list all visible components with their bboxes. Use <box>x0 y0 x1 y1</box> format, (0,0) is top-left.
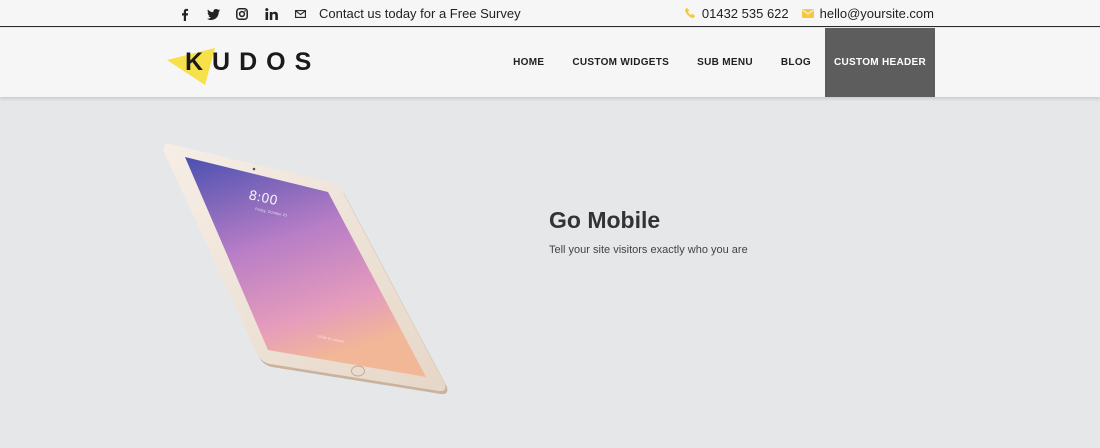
nav-blog[interactable]: BLOG <box>767 28 825 97</box>
site-header: KUDOS HOME CUSTOM WIDGETS SUB MENU BLOG … <box>0 28 1100 97</box>
contact-info: 01432 535 622 hello@yoursite.com <box>672 6 934 21</box>
logo[interactable]: KUDOS <box>167 38 311 86</box>
hero-title: Go Mobile <box>549 207 661 233</box>
logo-text: KUDOS <box>185 48 321 76</box>
nav-sub-menu[interactable]: SUB MENU <box>683 28 767 97</box>
email-address: hello@yoursite.com <box>819 6 934 21</box>
phone-icon <box>684 8 695 19</box>
top-bar: Contact us today for a Free Survey 01432… <box>0 0 1100 27</box>
main-nav: HOME CUSTOM WIDGETS SUB MENU BLOG CUSTOM… <box>499 28 935 97</box>
facebook-icon[interactable] <box>176 6 192 22</box>
nav-custom-header[interactable]: CUSTOM HEADER <box>825 28 935 97</box>
linkedin-icon[interactable] <box>263 6 279 22</box>
email-contact[interactable]: hello@yoursite.com <box>801 6 934 21</box>
nav-home[interactable]: HOME <box>499 28 558 97</box>
twitter-icon[interactable] <box>205 6 221 22</box>
hero-subtitle: Tell your site visitors exactly who you … <box>549 244 748 256</box>
free-survey-link[interactable]: Contact us today for a Free Survey <box>319 6 521 21</box>
phone-number: 01432 535 622 <box>701 6 789 21</box>
envelope-icon <box>801 9 814 18</box>
phone-contact[interactable]: 01432 535 622 <box>684 6 789 21</box>
tablet-image: 8:00 Friday, October 23 › Slide to unloc… <box>163 143 448 395</box>
hero-section: 8:00 Friday, October 23 › Slide to unloc… <box>0 97 1100 448</box>
instagram-icon[interactable] <box>234 6 250 22</box>
nav-custom-widgets[interactable]: CUSTOM WIDGETS <box>558 28 683 97</box>
mail-icon[interactable] <box>292 6 308 22</box>
social-links <box>176 6 321 22</box>
